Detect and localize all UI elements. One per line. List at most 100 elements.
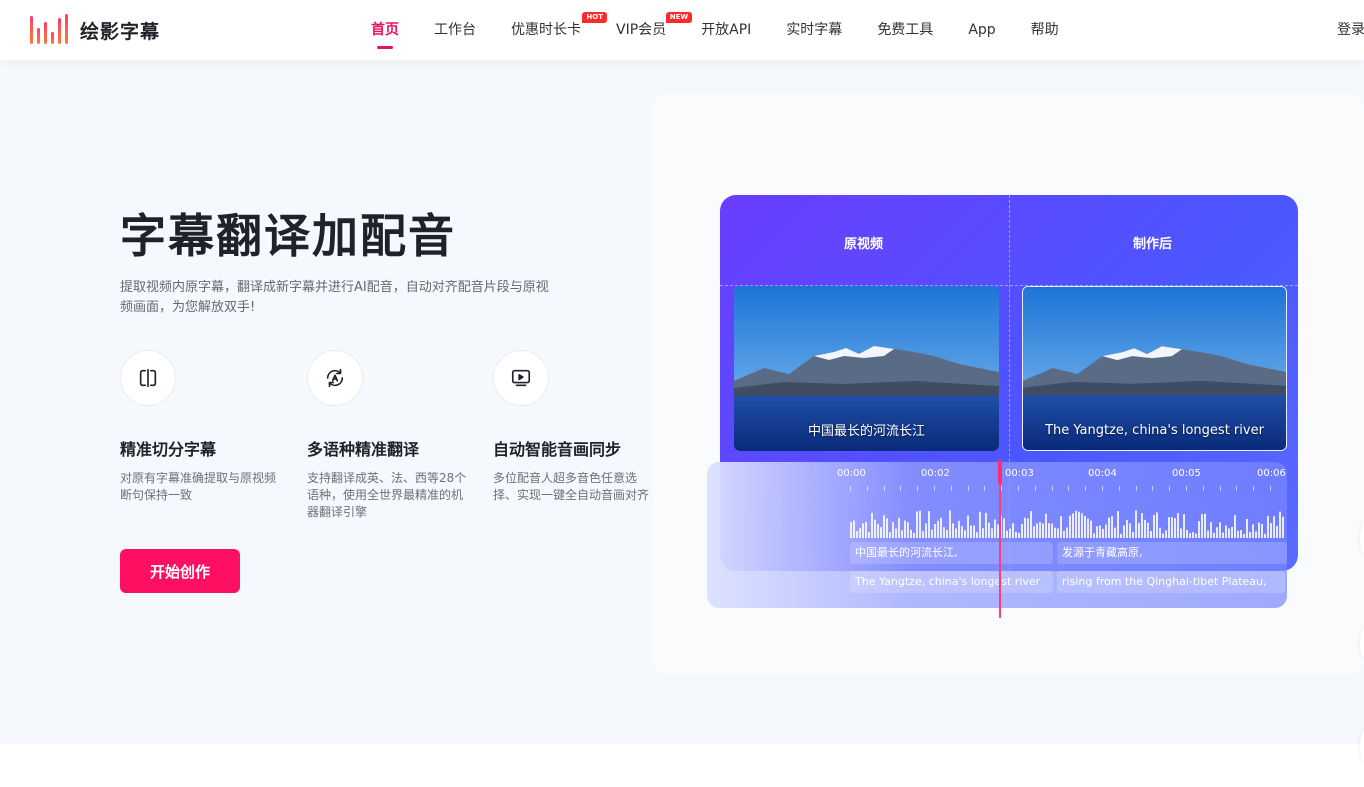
waveform-bar bbox=[1237, 530, 1239, 538]
waveform-bar bbox=[1168, 517, 1170, 538]
ruler-tick bbox=[1068, 486, 1070, 491]
waveform-bar bbox=[949, 510, 951, 538]
playhead-handle[interactable] bbox=[998, 460, 1002, 484]
ruler-tick bbox=[1001, 486, 1003, 491]
tick-label: 00:02 bbox=[921, 468, 950, 479]
waveform-bar bbox=[940, 517, 942, 538]
nav-workbench[interactable]: 工作台 bbox=[434, 0, 476, 60]
waveform-bar bbox=[1240, 530, 1242, 538]
feature-translate-title: 多语种精准翻译 bbox=[307, 440, 420, 459]
waveform-bar bbox=[1249, 531, 1251, 538]
waveform-bar bbox=[994, 519, 996, 538]
ruler-tick bbox=[1236, 486, 1238, 491]
main-nav: 首页 工作台 优惠时长卡 HOT VIP会员 NEW 开放API 实时字幕 免费工具… bbox=[371, 0, 1094, 60]
subtitle-cn-2[interactable]: 发源于青藏高原, bbox=[1057, 542, 1287, 564]
waveform-bar bbox=[982, 528, 984, 538]
waveform-bar bbox=[904, 520, 906, 538]
waveform-bar bbox=[1129, 523, 1131, 538]
edge-dot bbox=[1360, 731, 1364, 761]
feature-sync-title: 自动智能音画同步 bbox=[493, 440, 622, 459]
waveform-bar bbox=[1045, 513, 1047, 538]
waveform-bar bbox=[1063, 530, 1065, 538]
waveform-bar bbox=[874, 519, 876, 538]
waveform-bar bbox=[1114, 527, 1116, 538]
nav-app[interactable]: App bbox=[968, 0, 995, 60]
waveform-bar bbox=[901, 530, 903, 538]
nav-free-tools[interactable]: 免费工具 bbox=[877, 0, 933, 60]
waveform-bar bbox=[1108, 517, 1110, 538]
waveform-bar bbox=[1141, 513, 1143, 538]
waveform-bar bbox=[1135, 510, 1137, 538]
waveform-bar bbox=[1012, 523, 1014, 538]
result-video[interactable]: The Yangtze, china's longest river bbox=[1022, 286, 1287, 451]
logo[interactable]: 绘影字幕 bbox=[28, 12, 160, 48]
nav-home[interactable]: 首页 bbox=[371, 0, 399, 60]
login-link[interactable]: 登录 bbox=[1337, 0, 1364, 60]
waveform-bar bbox=[931, 529, 933, 538]
waveform-bar bbox=[1021, 524, 1023, 538]
subtitle-en-2[interactable]: rising from the Qinghai-tibet Plateau, bbox=[1057, 571, 1285, 593]
waveform-bar bbox=[1060, 516, 1062, 538]
waveform-bar bbox=[1255, 531, 1257, 538]
waveform-bar bbox=[886, 518, 888, 538]
waveform-bar bbox=[850, 522, 852, 538]
subtitle-cn-1[interactable]: 中国最长的河流长江, bbox=[850, 542, 1053, 564]
hero-title: 字幕翻译加配音 bbox=[120, 209, 456, 263]
nav-vip[interactable]: VIP会员 NEW bbox=[616, 0, 693, 60]
waveform-bar bbox=[964, 530, 966, 538]
waveform-bar bbox=[1009, 528, 1011, 538]
waveform-bar bbox=[895, 528, 897, 538]
waveform-bar bbox=[1267, 515, 1269, 538]
waveform-bar bbox=[1210, 522, 1212, 538]
timeline-panel[interactable]: 00:00 00:02 00:03 00:04 00:05 00:06 中国最长… bbox=[707, 462, 1287, 608]
ruler-tick bbox=[1034, 486, 1036, 491]
waveform-bar bbox=[853, 520, 855, 538]
waveform-bar bbox=[1219, 522, 1221, 538]
waveform-bar bbox=[973, 525, 975, 538]
nav-live-subtitles[interactable]: 实时字幕 bbox=[786, 0, 842, 60]
waveform-bar bbox=[1180, 528, 1182, 538]
waveform-bar bbox=[937, 520, 939, 538]
waveform-bar bbox=[907, 522, 909, 538]
waveform-bar bbox=[928, 511, 930, 538]
waveform-bar bbox=[1030, 511, 1032, 538]
waveform-bar bbox=[946, 529, 948, 538]
nav-open-api[interactable]: 开放API bbox=[701, 0, 751, 60]
tick-label: 00:00 bbox=[837, 468, 866, 479]
waveform-bar bbox=[889, 532, 891, 538]
waveform-bar bbox=[859, 528, 861, 538]
waveform-bar bbox=[1150, 530, 1152, 538]
waveform-bar bbox=[1087, 518, 1089, 538]
waveform-bar bbox=[1003, 518, 1005, 538]
waveform-bar bbox=[916, 511, 918, 538]
top-header: 绘影字幕 首页 工作台 优惠时长卡 HOT VIP会员 NEW 开放API 实时字幕… bbox=[0, 0, 1364, 60]
hot-badge: HOT bbox=[582, 12, 607, 23]
subtitle-en-1[interactable]: The Yangtze, china's longest river bbox=[850, 571, 1053, 593]
waveform-bar bbox=[892, 522, 894, 538]
waveform-bar bbox=[1207, 530, 1209, 538]
ruler-tick bbox=[1085, 486, 1087, 491]
nav-help[interactable]: 帮助 bbox=[1031, 0, 1059, 60]
waveform-bar bbox=[1258, 522, 1260, 538]
waveform-bar bbox=[1264, 533, 1266, 538]
ruler-tick bbox=[850, 486, 851, 491]
waveform-bar bbox=[1138, 523, 1140, 538]
start-creating-button[interactable]: 开始创作 bbox=[120, 549, 240, 593]
ruler-tick bbox=[1135, 486, 1137, 491]
play-screen-icon bbox=[493, 350, 549, 406]
waveform-bar bbox=[1066, 527, 1068, 538]
nav-live-subtitles-label: 实时字幕 bbox=[786, 22, 843, 38]
original-caption: 中国最长的河流长江 bbox=[807, 424, 925, 439]
waveform-bar bbox=[1075, 510, 1077, 538]
waveform-bar bbox=[1186, 529, 1188, 538]
original-video[interactable]: 中国最长的河流长江 bbox=[734, 286, 999, 451]
waveform-bar bbox=[1276, 525, 1278, 538]
waveform-bar bbox=[1201, 514, 1203, 538]
waveform-bar bbox=[862, 523, 864, 538]
nav-discount-card[interactable]: 优惠时长卡 HOT bbox=[511, 0, 607, 60]
waveform-bar bbox=[1228, 528, 1230, 538]
waveform-bar bbox=[922, 531, 924, 538]
waveform-bar bbox=[1036, 523, 1038, 538]
waveform-bar bbox=[883, 515, 885, 538]
edge-dot bbox=[1360, 628, 1364, 658]
